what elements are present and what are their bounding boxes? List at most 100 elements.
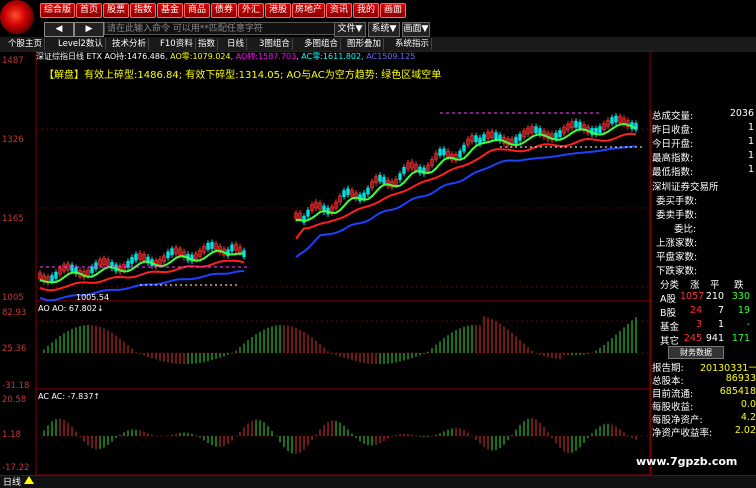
finance-label: 每股收益: xyxy=(652,402,694,413)
back-button[interactable]: ◀ xyxy=(44,22,74,37)
forward-button[interactable]: ▶ xyxy=(74,22,104,37)
kline-body xyxy=(378,174,382,182)
toolbar-button[interactable]: 资讯 xyxy=(326,3,352,18)
function-tabs: 个股主页 Level2数认 技术分析 F10资料 指数 日线 3图组合 多图组合 图形叠加 系统指… xyxy=(0,37,756,52)
finance-value: 685418 xyxy=(719,386,756,397)
file-menu[interactable]: 文件▼ xyxy=(334,22,366,37)
function-tab[interactable]: Level2数认 xyxy=(56,38,106,50)
ac-axis-label: 1.18 xyxy=(2,430,21,440)
quote-value: 1 xyxy=(747,164,754,175)
kline-body xyxy=(306,209,310,217)
function-tab[interactable]: 个股主页 xyxy=(6,38,46,50)
watermark: www.7gpzb.com xyxy=(636,455,738,468)
kline-body xyxy=(614,115,618,123)
screen-menu[interactable]: 画面▼ xyxy=(402,22,430,37)
finance-value: 20130331一季 xyxy=(700,363,756,374)
kline-body xyxy=(610,116,614,124)
toolbar-button[interactable]: 房地产 xyxy=(292,3,325,18)
quote-label: 今日开盘: xyxy=(652,139,694,150)
table-header: 涨 xyxy=(690,280,700,291)
kline-body xyxy=(534,126,538,134)
toolbar-button[interactable]: 商品 xyxy=(184,3,210,18)
row-category: B股 xyxy=(660,308,677,319)
kline-body xyxy=(474,135,478,143)
quote-value: 1 xyxy=(747,122,754,133)
kline-body xyxy=(166,251,170,259)
ao-frame xyxy=(35,300,651,390)
quote-label: 最高指数: xyxy=(652,153,694,164)
function-tab[interactable]: 日线 xyxy=(225,38,248,50)
market-stat-label: 平盘家数: xyxy=(656,252,698,263)
toolbar-button[interactable]: 股票 xyxy=(103,3,129,18)
toolbar-button[interactable]: 外汇 xyxy=(238,3,264,18)
quote-value: 1 xyxy=(747,150,754,161)
function-tab[interactable]: F10资料 xyxy=(158,38,196,50)
quote-label: 总成交量: xyxy=(652,111,694,122)
flat-count: 941 xyxy=(705,333,724,344)
toolbar-button[interactable]: 我的 xyxy=(353,3,379,18)
toolbar-button[interactable]: 综合版 xyxy=(40,3,75,18)
finance-label: 总股本: xyxy=(652,376,684,387)
warning-icon xyxy=(24,476,34,484)
function-tab[interactable]: 技术分析 xyxy=(110,38,150,50)
down-count: 171 xyxy=(731,333,750,344)
kline-body xyxy=(382,176,386,184)
down-count: 19 xyxy=(737,305,750,316)
up-count: 1057 xyxy=(680,291,705,302)
kline-body xyxy=(578,121,582,129)
kline-body xyxy=(438,148,442,156)
kline-body xyxy=(462,144,466,152)
moving-average-line xyxy=(39,122,637,284)
kline-body xyxy=(342,190,346,198)
exchange-name: 深圳证券交易所 xyxy=(652,182,719,193)
market-stat-label: 下跌家数: xyxy=(656,266,698,277)
quote-label: 最低指数: xyxy=(652,167,694,178)
function-tab[interactable]: 3图组合 xyxy=(257,38,293,50)
table-header: 平 xyxy=(710,280,720,291)
row-category: 其它 xyxy=(660,336,680,347)
function-tab[interactable]: 系统指示 xyxy=(393,38,433,50)
ao-panel-label: AO AO: 67.802↓ xyxy=(38,304,104,313)
kline-body xyxy=(126,260,130,268)
function-tab[interactable]: 指数 xyxy=(196,38,219,50)
row-category: 基金 xyxy=(660,322,680,333)
toolbar-button[interactable]: 港股 xyxy=(265,3,291,18)
kline-body xyxy=(210,241,214,249)
finance-value: 86933 xyxy=(725,373,756,384)
function-tab[interactable]: 多图组合 xyxy=(302,38,342,50)
kline-body xyxy=(94,262,98,270)
toolbar-button[interactable]: 首页 xyxy=(76,3,102,18)
ao-axis-label: -31.18 xyxy=(2,381,30,391)
price-axis-label: 1487 xyxy=(2,56,24,66)
system-menu[interactable]: 系统▼ xyxy=(368,22,400,37)
toolbar-button[interactable]: 指数 xyxy=(130,3,156,18)
low-price-label: 1005.54 xyxy=(76,293,110,302)
price-axis-label: 1326 xyxy=(2,135,24,145)
finance-label: 目前流通: xyxy=(652,389,694,400)
toolbar-button[interactable]: 画面 xyxy=(380,3,406,18)
toolbar-button[interactable]: 债券 xyxy=(211,3,237,18)
function-tab[interactable]: 图形叠加 xyxy=(345,38,385,50)
kline-body xyxy=(494,132,498,140)
kline-body xyxy=(90,266,94,274)
quote-label: 昨日收盘: xyxy=(652,125,694,136)
period-label[interactable]: 日线 xyxy=(3,475,21,488)
finance-data-button[interactable]: 财务数据 xyxy=(668,346,724,359)
ao-axis-label: 82.93 xyxy=(2,308,27,318)
kline-body xyxy=(50,275,54,282)
market-stat-label: 上涨家数: xyxy=(656,238,698,249)
command-input[interactable]: 请在此输入命令 可以用**匹配任意字符 xyxy=(104,22,340,35)
kline-body xyxy=(398,173,402,181)
toolbar-button[interactable]: 基金 xyxy=(157,3,183,18)
finance-value: 2.02 xyxy=(734,425,756,436)
app-logo-icon[interactable] xyxy=(0,0,34,34)
flat-count: 1 xyxy=(717,319,724,330)
kline-body xyxy=(442,148,446,156)
down-count: - xyxy=(746,319,750,330)
analysis-annotation: 【解盘】有效上碎型:1486.84; 有效下碎型:1314.05; AO与AC为… xyxy=(44,70,442,81)
kline-body xyxy=(206,242,210,250)
kline-body xyxy=(362,192,366,200)
kline-chart[interactable] xyxy=(0,51,652,475)
kline-body xyxy=(346,188,350,196)
ac-panel-label: AC AC: -7.837↑ xyxy=(38,392,101,401)
